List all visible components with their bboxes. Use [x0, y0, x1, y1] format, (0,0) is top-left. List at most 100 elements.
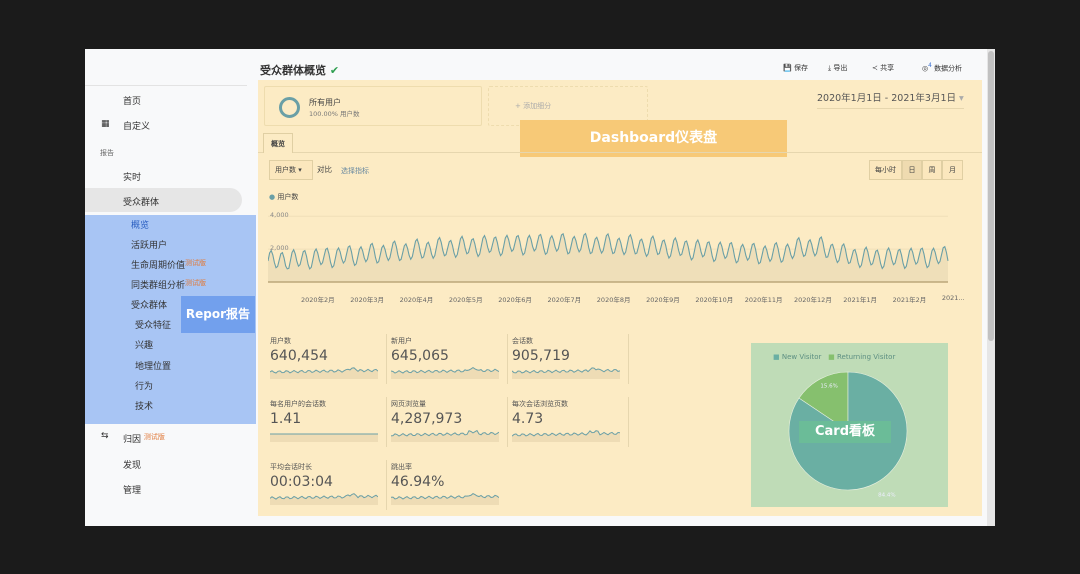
customize-icon: ▦	[101, 119, 110, 129]
metric-dropdown[interactable]: 用户数 ▾	[269, 160, 313, 180]
x-tick-label: 2020年12月	[794, 296, 832, 304]
kpi-label: 网页浏览量	[391, 400, 426, 408]
scrollbar-thumb[interactable]	[988, 51, 994, 341]
users-line-chart[interactable]	[268, 204, 958, 284]
sidebar-item-admin[interactable]: 管理	[123, 483, 141, 496]
y-tick-label: 2,000	[270, 244, 289, 253]
sidebar-item-behavior[interactable]: 行为	[135, 379, 153, 392]
x-tick-label: 2020年3月	[350, 296, 384, 304]
visitor-pie-card: ■ New Visitor ■ Returning Visitor 15.6% 8…	[751, 343, 948, 507]
sparkline-fill	[512, 367, 620, 379]
kpi-value: 4,287,973	[391, 411, 463, 427]
page-title: 受众群体概览 ✔	[260, 62, 339, 78]
label: 用户数	[275, 166, 296, 174]
sidebar-item-attribution[interactable]: 归因 测试版	[123, 432, 165, 445]
segment-ring-icon	[279, 97, 300, 118]
date-range-picker[interactable]: 2020年1月1日 - 2021年3月1日 ▾	[817, 90, 964, 109]
sidebar-item-ltv[interactable]: 生命周期价值测试版	[131, 258, 206, 271]
granularity-hourly[interactable]: 每小时	[869, 160, 902, 180]
x-tick-label: 2020年5月	[448, 296, 483, 304]
kpi-value: 1.41	[270, 411, 302, 427]
kpi-label: 用户数	[270, 337, 291, 345]
sidebar-item-geo[interactable]: 地理位置	[135, 359, 171, 372]
kpi-value: 645,065	[391, 348, 449, 364]
sparkline-fill	[270, 367, 378, 379]
divider	[386, 397, 387, 447]
sidebar-item-interests[interactable]: 兴趣	[135, 338, 153, 351]
tab-overview[interactable]: 概览	[263, 133, 293, 153]
granularity-week[interactable]: 周	[922, 160, 942, 180]
kpi-card[interactable]: 跳出率 46.94%	[390, 462, 506, 509]
sidebar-item-realtime[interactable]: 实时	[123, 170, 141, 183]
share-button[interactable]: ≺ 共享	[872, 63, 894, 73]
kpi-sparkline	[511, 367, 621, 379]
card-overlay-label: Card看板	[799, 421, 891, 443]
sidebar-item-customize[interactable]: 自定义	[123, 119, 150, 132]
segment-all-users[interactable]: 所有用户 100.00% 用户数	[264, 86, 482, 126]
kpi-label: 跳出率	[391, 463, 412, 471]
save-button[interactable]: 💾 保存	[783, 63, 808, 73]
x-tick-label: 2020年7月	[547, 296, 582, 304]
legend-label: 用户数	[277, 193, 299, 201]
kpi-card[interactable]: 新用户 645,065	[390, 336, 506, 383]
kpi-sparkline	[390, 366, 500, 379]
x-tick-label: 2020年2月	[301, 296, 335, 304]
kpi-card[interactable]: 会话数 905,719	[511, 336, 627, 383]
beta-badge: 测试版	[185, 279, 207, 287]
scrollbar[interactable]	[987, 49, 995, 526]
sidebar-item-discover[interactable]: 发现	[123, 458, 141, 471]
kpi-label: 每次会话浏览页数	[512, 400, 568, 408]
sparkline-fill	[391, 493, 499, 505]
chart-legend: ● 用户数	[269, 192, 298, 202]
label: 归因	[123, 435, 142, 445]
divider	[258, 152, 982, 153]
sidebar-item-technology[interactable]: 技术	[135, 399, 153, 412]
sparkline-fill	[270, 434, 378, 442]
kpi-label: 新用户	[391, 337, 412, 345]
x-tick-label: 2021...	[941, 294, 965, 302]
x-tick-label: 2020年9月	[646, 296, 680, 304]
granularity-day[interactable]: 日	[902, 160, 922, 180]
label: 共享	[880, 64, 895, 72]
insights-button[interactable]: ◎4 数据分析	[922, 63, 962, 73]
granularity-month[interactable]: 月	[942, 160, 963, 180]
x-tick-label: 2021年1月	[843, 296, 877, 304]
kpi-card[interactable]: 用户数 640,454	[269, 336, 385, 383]
export-button[interactable]: ⤓ 导出	[828, 63, 847, 73]
kpi-card[interactable]: 平均会话时长 00:03:04	[269, 462, 385, 509]
kpi-value: 640,454	[270, 348, 328, 364]
sidebar-selected-bg	[85, 188, 242, 212]
beta-badge: 测试版	[185, 259, 207, 267]
divider	[85, 85, 247, 86]
sidebar-item-demographics[interactable]: 受众特征	[135, 318, 171, 331]
kpi-card[interactable]: 每次会话浏览页数 4.73	[511, 399, 627, 446]
kpi-card[interactable]: 网页浏览量 4,287,973	[390, 399, 506, 446]
sidebar-item-audience[interactable]: 受众群体	[123, 195, 159, 208]
sidebar-item-overview[interactable]: 概览	[131, 218, 149, 231]
main-content: 受众群体概览 ✔ 💾 保存 ⤓ 导出 ≺ 共享 ◎4 数据分析 所有用户 100…	[255, 49, 995, 526]
x-tick-label: 2021年2月	[892, 296, 927, 304]
sidebar-item-audiences[interactable]: 受众群体	[131, 298, 167, 311]
kpi-sparkline	[270, 433, 378, 442]
area-fill	[268, 233, 948, 282]
attribution-icon: ⇆	[101, 431, 109, 441]
label: 生命周期价值	[131, 261, 186, 271]
divider	[507, 334, 508, 384]
label: 同类群组分析	[131, 281, 186, 291]
sidebar-item-cohort[interactable]: 同类群组分析测试版	[131, 278, 206, 291]
add-segment-label: + 添加细分	[515, 102, 552, 110]
kpi-card[interactable]: 每名用户的会话数 1.41	[270, 399, 385, 446]
section-reports: 报告	[100, 149, 114, 157]
divider	[386, 334, 387, 384]
vs-label: 对比	[317, 165, 332, 174]
x-tick-label: 2020年10月	[695, 296, 734, 304]
kpi-value: 46.94%	[391, 474, 445, 490]
pie-label: 15.6%	[820, 384, 837, 390]
segment-sub: 100.00% 用户数	[309, 110, 360, 118]
label: 数据分析	[934, 64, 963, 73]
beta-badge: 测试版	[143, 433, 165, 441]
divider	[507, 397, 508, 447]
select-metric-link[interactable]: 选择指标	[341, 166, 369, 176]
sidebar-item-home[interactable]: 首页	[123, 94, 141, 107]
sidebar-item-active-users[interactable]: 活跃用户	[131, 238, 167, 251]
